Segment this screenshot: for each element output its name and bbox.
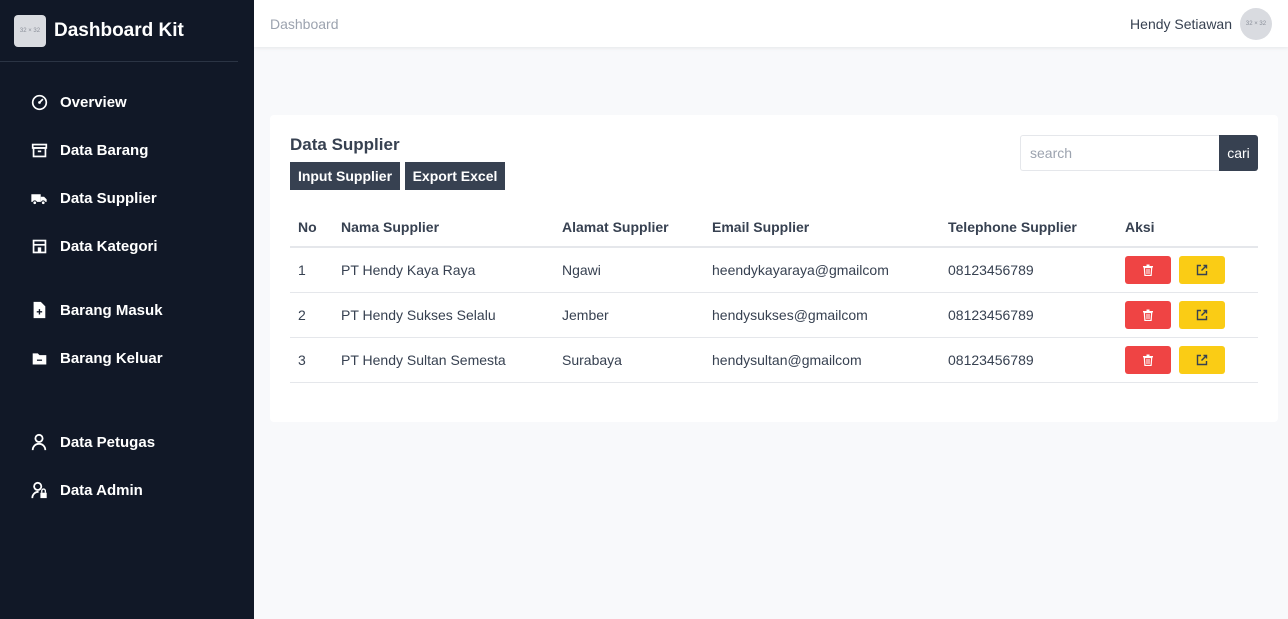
table-row: 1 PT Hendy Kaya Raya Ngawi heendykayaray…	[290, 247, 1258, 293]
sidebar-item-barang-masuk[interactable]: Barang Masuk	[30, 298, 163, 322]
edit-button[interactable]	[1179, 345, 1225, 374]
sidebar-item-label: Data Barang	[60, 141, 149, 159]
sidebar-item-label: Data Supplier	[60, 189, 157, 207]
breadcrumb[interactable]: Dashboard	[270, 16, 339, 32]
sidebar-item-label: Data Petugas	[60, 433, 156, 451]
table-header-row: No Nama Supplier Alamat Supplier Email S…	[290, 208, 1258, 248]
cell-email: heendykayaraya@gmailcom	[704, 247, 940, 293]
trash-icon	[1143, 264, 1153, 276]
column-header-nama: Nama Supplier	[333, 208, 554, 248]
cell-alamat: Ngawi	[554, 247, 704, 293]
column-header-no: No	[290, 208, 333, 248]
sidebar-item-barang-keluar[interactable]: Barang Keluar	[30, 346, 163, 370]
sidebar: 32 × 32 Dashboard Kit Overview Data Bara…	[0, 0, 254, 619]
sidebar-item-data-kategori[interactable]: Data Kategori	[30, 234, 158, 258]
brand-area: 32 × 32 Dashboard Kit	[0, 0, 254, 62]
table-row: 2 PT Hendy Sukses Selalu Jember hendysuk…	[290, 292, 1258, 338]
search-input[interactable]	[1020, 135, 1220, 171]
file-plus-icon	[30, 301, 48, 319]
sidebar-item-label: Overview	[60, 93, 127, 111]
delete-button[interactable]	[1125, 255, 1171, 284]
sidebar-item-overview[interactable]: Overview	[30, 90, 127, 114]
delete-button[interactable]	[1125, 300, 1171, 329]
truck-icon	[30, 189, 48, 207]
column-header-aksi: Aksi	[1117, 208, 1258, 248]
cell-nama: PT Hendy Sultan Semesta	[333, 337, 554, 383]
export-excel-button[interactable]: Export Excel	[405, 162, 505, 190]
store-icon	[30, 237, 48, 255]
edit-button[interactable]	[1179, 255, 1225, 284]
sidebar-item-label: Barang Masuk	[60, 301, 163, 319]
brand-title: Dashboard Kit	[54, 19, 184, 41]
cell-nama: PT Hendy Sukses Selalu	[333, 292, 554, 338]
trash-icon	[1143, 354, 1153, 366]
user-name: Hendy Setiawan	[1130, 15, 1232, 32]
sidebar-item-label: Barang Keluar	[60, 349, 163, 367]
archive-box-icon	[30, 141, 48, 159]
cell-email: hendysultan@gmailcom	[704, 337, 940, 383]
column-header-email: Email Supplier	[704, 208, 940, 248]
column-header-telephone: Telephone Supplier	[940, 208, 1117, 248]
column-header-alamat: Alamat Supplier	[554, 208, 704, 248]
search-button[interactable]: cari	[1219, 135, 1258, 171]
folder-minus-icon	[30, 349, 48, 367]
sidebar-item-data-barang[interactable]: Data Barang	[30, 138, 148, 162]
gauge-icon	[30, 93, 48, 111]
supplier-card: Data Supplier Input Supplier Export Exce…	[270, 115, 1278, 422]
cell-alamat: Surabaya	[554, 337, 704, 383]
sidebar-item-data-supplier[interactable]: Data Supplier	[30, 186, 157, 210]
avatar: 32 × 32	[1240, 7, 1272, 40]
edit-icon	[1196, 264, 1208, 275]
cell-no: 1	[290, 247, 333, 293]
cell-aksi	[1117, 337, 1258, 383]
input-supplier-button[interactable]: Input Supplier	[290, 162, 400, 190]
user-menu[interactable]: Hendy Setiawan 32 × 32	[1130, 7, 1272, 40]
edit-button[interactable]	[1179, 300, 1225, 329]
user-lock-icon	[30, 481, 48, 499]
sidebar-item-data-admin[interactable]: Data Admin	[30, 478, 143, 502]
sidebar-item-data-petugas[interactable]: Data Petugas	[30, 430, 155, 454]
cell-telephone: 08123456789	[940, 247, 1117, 293]
trash-icon	[1143, 309, 1153, 321]
edit-icon	[1196, 354, 1208, 365]
cell-no: 3	[290, 337, 333, 383]
cell-nama: PT Hendy Kaya Raya	[333, 247, 554, 293]
page-title: Data Supplier	[290, 135, 400, 154]
delete-button[interactable]	[1125, 345, 1171, 374]
cell-alamat: Jember	[554, 292, 704, 338]
sidebar-item-label: Data Kategori	[60, 237, 158, 255]
sidebar-item-label: Data Admin	[60, 481, 143, 499]
table-row: 3 PT Hendy Sultan Semesta Surabaya hendy…	[290, 337, 1258, 383]
cell-aksi	[1117, 292, 1258, 338]
user-icon	[30, 433, 48, 451]
cell-no: 2	[290, 292, 333, 338]
cell-telephone: 08123456789	[940, 292, 1117, 338]
supplier-table: No Nama Supplier Alamat Supplier Email S…	[290, 208, 1258, 383]
brand[interactable]: 32 × 32 Dashboard Kit	[0, 0, 238, 62]
top-bar: Dashboard Hendy Setiawan 32 × 32	[254, 0, 1288, 47]
edit-icon	[1196, 309, 1208, 320]
cell-telephone: 08123456789	[940, 337, 1117, 383]
cell-aksi	[1117, 247, 1258, 293]
cell-email: hendysukses@gmailcom	[704, 292, 940, 338]
logo: 32 × 32	[14, 14, 46, 47]
